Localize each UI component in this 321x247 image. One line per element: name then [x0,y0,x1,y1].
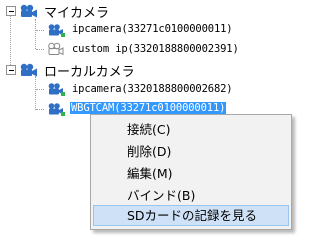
collapse-toggle-icon[interactable] [6,6,16,16]
camera-group-icon [20,4,37,18]
context-menu: 接続(C) 削除(D) 編集(M) バインド(B) SDカードの記録を見る [90,114,292,230]
tree-group-label: マイカメラ [44,6,110,21]
tree-line [35,19,36,49]
collapse-toggle-icon[interactable] [6,65,16,75]
tree-line [36,109,44,110]
camera-offline-icon [48,42,64,56]
menu-item-delete[interactable]: 削除(D) [93,141,289,162]
menu-item-edit[interactable]: 編集(M) [93,163,289,184]
camera-label: ipcamera(33271c0100000011) [72,23,233,35]
camera-online-icon [48,103,65,116]
tree-line [36,30,44,31]
camera-label: ipcamera(3320188800002682) [72,83,233,95]
tree-line [10,16,11,69]
camera-label: WBGTCAM(33271c0100000011) [70,102,227,114]
tree-group-label: ローカルカメラ [44,65,135,80]
camera-group-icon [20,63,37,77]
menu-item-connect[interactable]: 接続(C) [93,119,289,140]
camera-online-icon [48,24,65,37]
camera-label: custom ip(3320188800002391) [72,43,239,55]
menu-item-bind[interactable]: バインド(B) [93,185,289,206]
tree-line [36,89,44,90]
tree-line [35,76,36,110]
tree-line [36,49,44,50]
camera-online-icon [48,83,65,96]
menu-item-view-sd-recordings[interactable]: SDカードの記録を見る [93,205,289,226]
